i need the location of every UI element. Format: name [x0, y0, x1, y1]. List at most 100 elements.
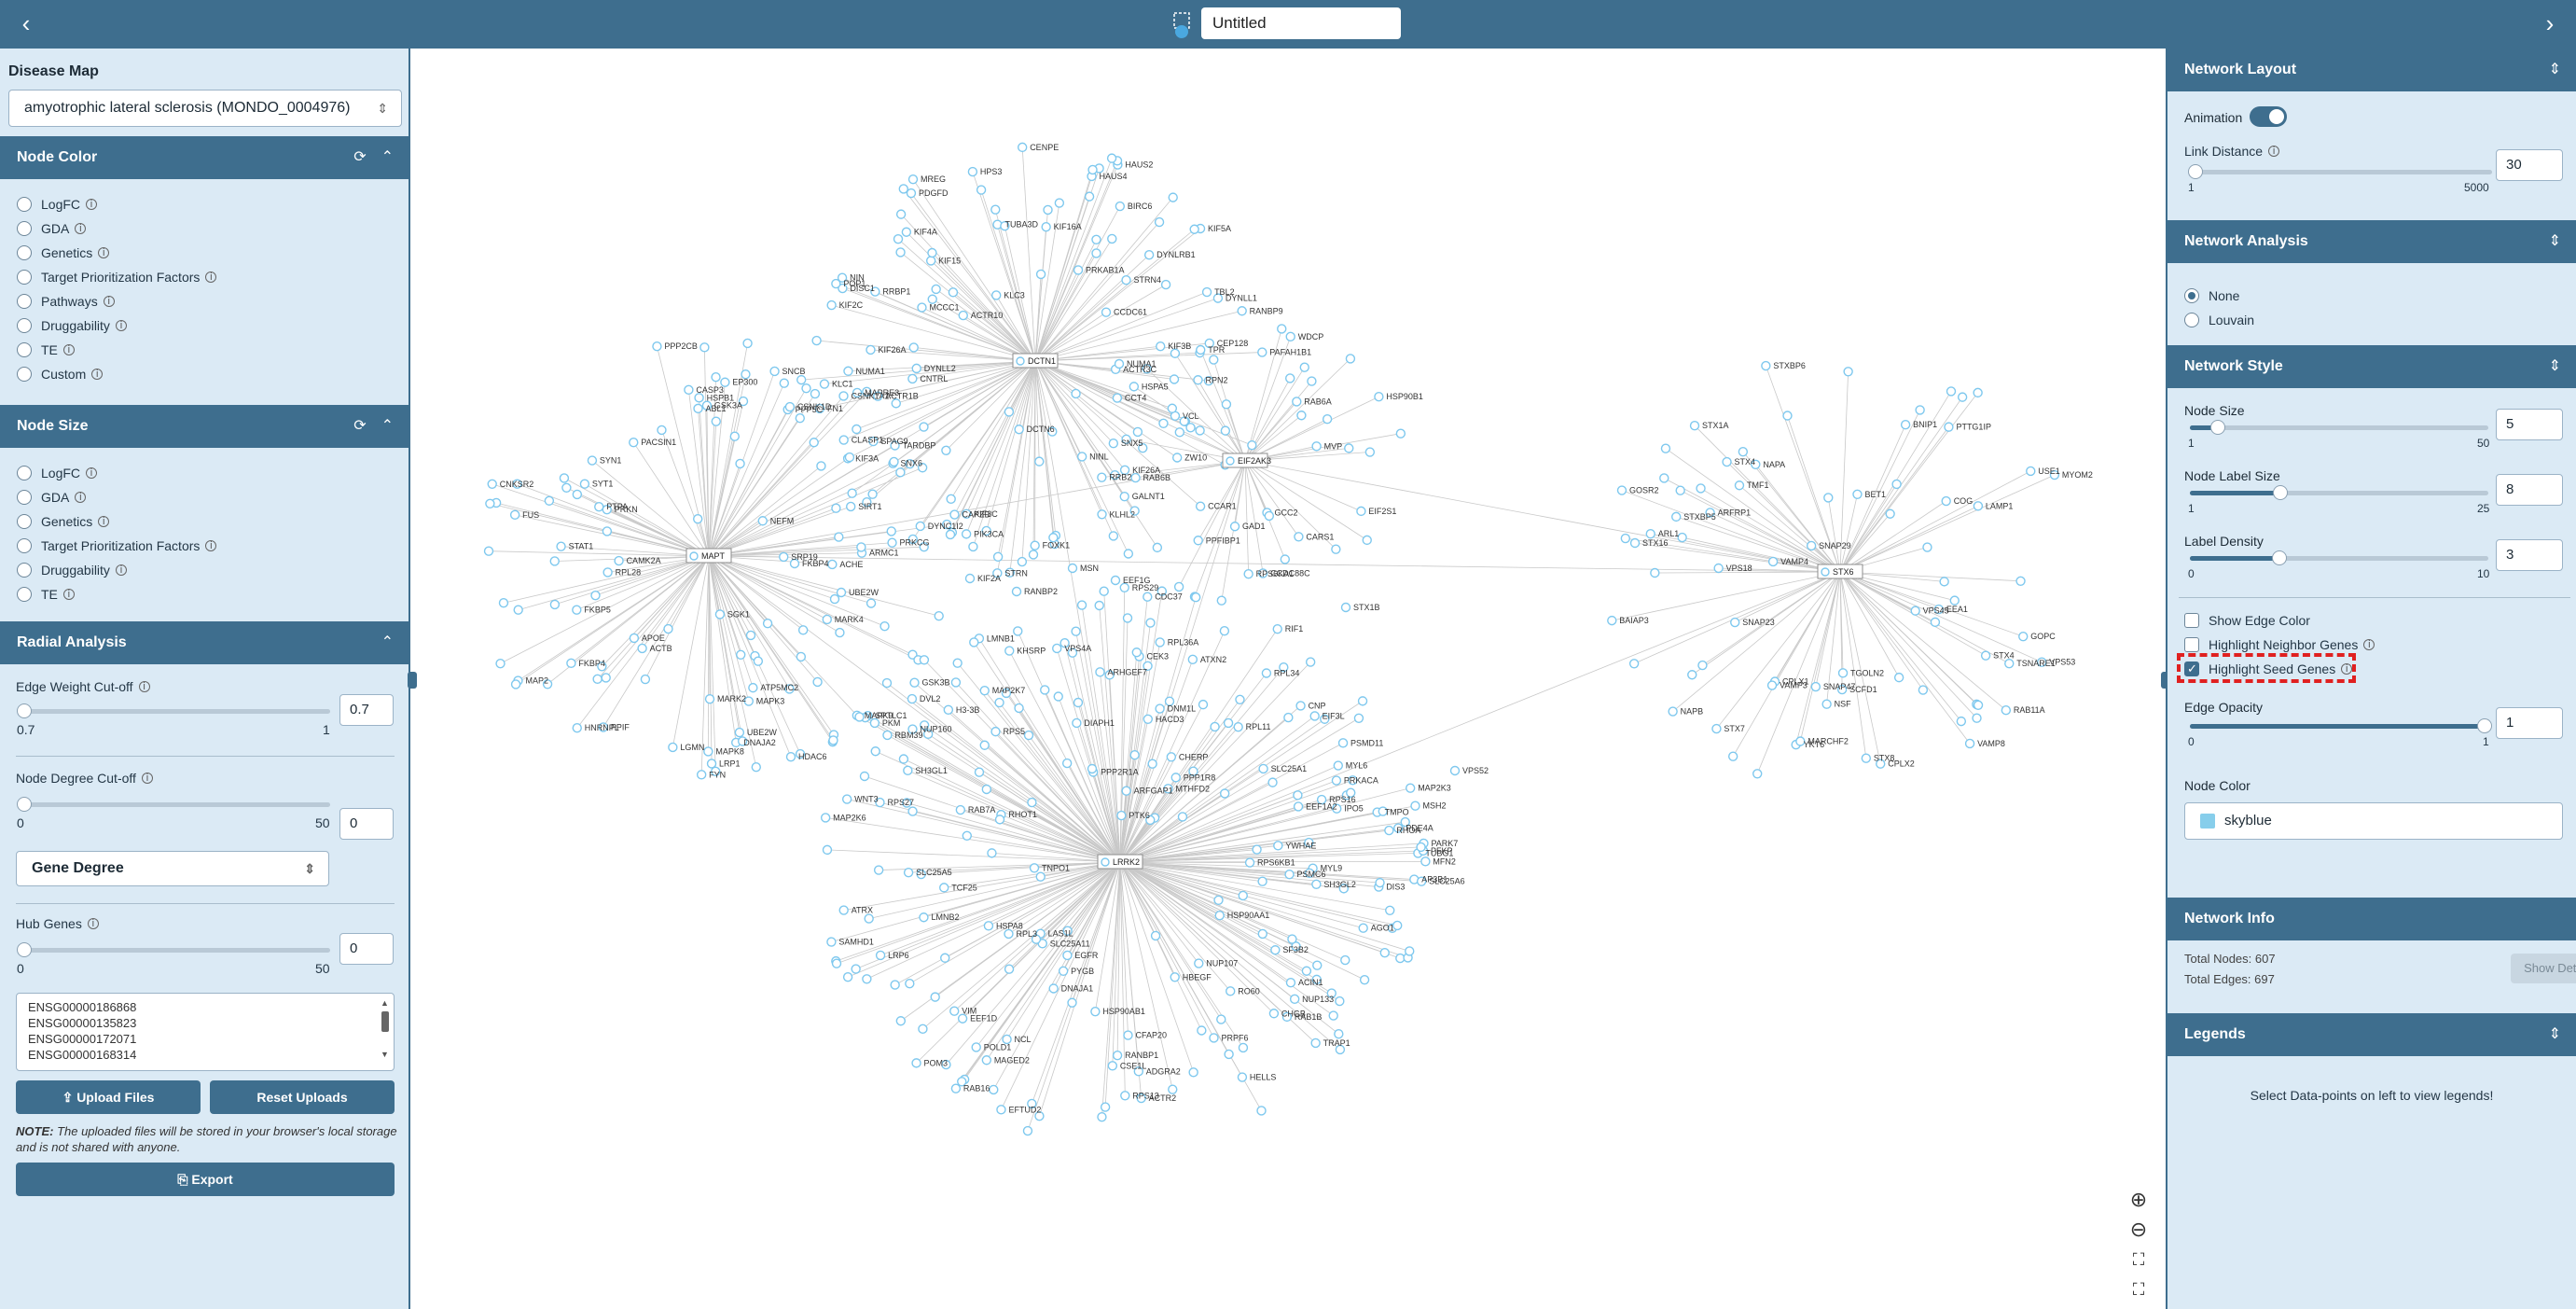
graph-node[interactable]: [1167, 403, 1178, 413]
graph-node[interactable]: [974, 767, 985, 777]
graph-node[interactable]: [549, 599, 561, 610]
graph-node[interactable]: [1949, 595, 1960, 606]
graph-node[interactable]: [1301, 966, 1312, 976]
network-canvas[interactable]: KIF5A RANBP9 DISC1 ACTR10 HPS3 TUBA3D CENPE PAF…: [410, 49, 2166, 1309]
graph-node[interactable]: [1362, 535, 1372, 546]
graph-node[interactable]: [1114, 358, 1125, 369]
graph-node[interactable]: [544, 495, 555, 506]
graph-node[interactable]: [1247, 439, 1257, 451]
node-size-input[interactable]: 5: [2496, 409, 2563, 440]
graph-node[interactable]: [1237, 306, 1247, 316]
graph-node[interactable]: [909, 677, 920, 688]
graph-node[interactable]: [1257, 347, 1267, 357]
graph-node[interactable]: [1129, 750, 1140, 760]
graph-node[interactable]: [1147, 759, 1157, 769]
graph-node[interactable]: [940, 953, 950, 963]
upload-files-button[interactable]: ⇪ Upload Files: [16, 1080, 201, 1114]
graph-node[interactable]: [847, 488, 857, 498]
graph-node[interactable]: [498, 598, 509, 608]
graph-node[interactable]: [668, 742, 678, 753]
graph-node[interactable]: [572, 605, 582, 615]
graph-node[interactable]: [602, 526, 613, 536]
graph-node[interactable]: [990, 726, 1001, 737]
graph-node[interactable]: [1004, 646, 1015, 656]
graph-node[interactable]: [907, 373, 918, 384]
graph-node[interactable]: [1237, 1072, 1248, 1082]
network-graph[interactable]: KIF5ARANBP9DISC1ACTR10HPS3TUBA3DCENPEPAF…: [410, 49, 2166, 1309]
graph-node[interactable]: [1687, 670, 1697, 680]
graph-node[interactable]: [1930, 617, 1941, 628]
graph-node[interactable]: [1385, 905, 1395, 915]
graph-node[interactable]: [826, 299, 837, 311]
hub-node[interactable]: [1016, 356, 1025, 366]
zoom-out-icon[interactable]: ⊖: [2125, 1217, 2153, 1245]
graph-node[interactable]: [640, 674, 651, 685]
edge-weight-slider[interactable]: [17, 703, 330, 718]
graph-node[interactable]: [1197, 1025, 1207, 1036]
graph-node[interactable]: [572, 489, 583, 500]
graph-node[interactable]: [1121, 275, 1131, 285]
graph-node[interactable]: [1405, 946, 1415, 956]
graph-node[interactable]: [1198, 699, 1209, 710]
graph-node[interactable]: [1810, 681, 1821, 692]
graph-node[interactable]: [1106, 153, 1117, 163]
graph-node[interactable]: [842, 972, 853, 982]
graph-node[interactable]: [784, 401, 796, 412]
graph-node[interactable]: [1722, 456, 1732, 467]
graph-node[interactable]: [810, 388, 821, 399]
slider-thumb[interactable]: [2210, 420, 2225, 435]
node-size-option[interactable]: LogFC i: [17, 461, 392, 485]
graph-node[interactable]: [1891, 479, 1902, 490]
link-distance-slider[interactable]: [2188, 164, 2492, 179]
graph-node[interactable]: [1331, 544, 1341, 554]
degree-type-select[interactable]: Gene Degree ⇕: [16, 851, 329, 886]
graph-node[interactable]: [1310, 1037, 1321, 1049]
radio-button[interactable]: [17, 587, 32, 602]
graph-node[interactable]: [1226, 986, 1236, 996]
graph-node[interactable]: [1628, 659, 1640, 669]
export-button[interactable]: ⎘ Export: [16, 1163, 395, 1196]
graph-node[interactable]: [797, 625, 809, 635]
graph-node[interactable]: [931, 284, 941, 295]
graph-node[interactable]: [485, 498, 495, 508]
graph-node[interactable]: [939, 883, 949, 893]
node-color-option[interactable]: Genetics i: [17, 241, 392, 265]
graph-node[interactable]: [1410, 801, 1420, 811]
graph-node[interactable]: [979, 740, 990, 750]
graph-node[interactable]: [1340, 602, 1351, 613]
graph-node[interactable]: [769, 366, 780, 377]
graph-node[interactable]: [1384, 825, 1394, 836]
node-size-option[interactable]: TE i: [17, 582, 392, 606]
graph-node[interactable]: [561, 482, 572, 493]
graph-node[interactable]: [1034, 456, 1045, 467]
graph-node[interactable]: [637, 643, 647, 654]
graph-node[interactable]: [495, 658, 506, 669]
graph-node[interactable]: [881, 677, 893, 689]
graph-node[interactable]: [819, 379, 830, 389]
graph-node[interactable]: [925, 256, 936, 266]
graph-node[interactable]: [1258, 763, 1268, 774]
graph-node[interactable]: [1333, 760, 1344, 771]
graph-node[interactable]: [898, 184, 908, 194]
graph-node[interactable]: [1730, 617, 1740, 628]
node-size-option[interactable]: GDA i: [17, 485, 392, 509]
graph-node[interactable]: [822, 614, 832, 625]
radio-button[interactable]: [17, 245, 32, 260]
graph-node[interactable]: [1040, 685, 1050, 695]
graph-node[interactable]: [895, 247, 906, 258]
radio-button[interactable]: [17, 466, 32, 480]
graph-node[interactable]: [1219, 788, 1230, 799]
graph-node[interactable]: [934, 610, 944, 621]
graph-node[interactable]: [1944, 422, 1954, 432]
graph-node[interactable]: [1392, 920, 1403, 931]
graph-node[interactable]: [1364, 447, 1376, 457]
graph-node[interactable]: [1022, 1125, 1033, 1136]
graph-node[interactable]: [1270, 945, 1281, 955]
graph-node[interactable]: [1806, 540, 1817, 551]
graph-node[interactable]: [1257, 876, 1267, 886]
graph-node[interactable]: [1195, 501, 1206, 511]
graph-node[interactable]: [1668, 706, 1678, 717]
graph-node[interactable]: [828, 735, 838, 745]
graph-node[interactable]: [1972, 713, 1982, 723]
graph-node[interactable]: [1004, 407, 1015, 417]
